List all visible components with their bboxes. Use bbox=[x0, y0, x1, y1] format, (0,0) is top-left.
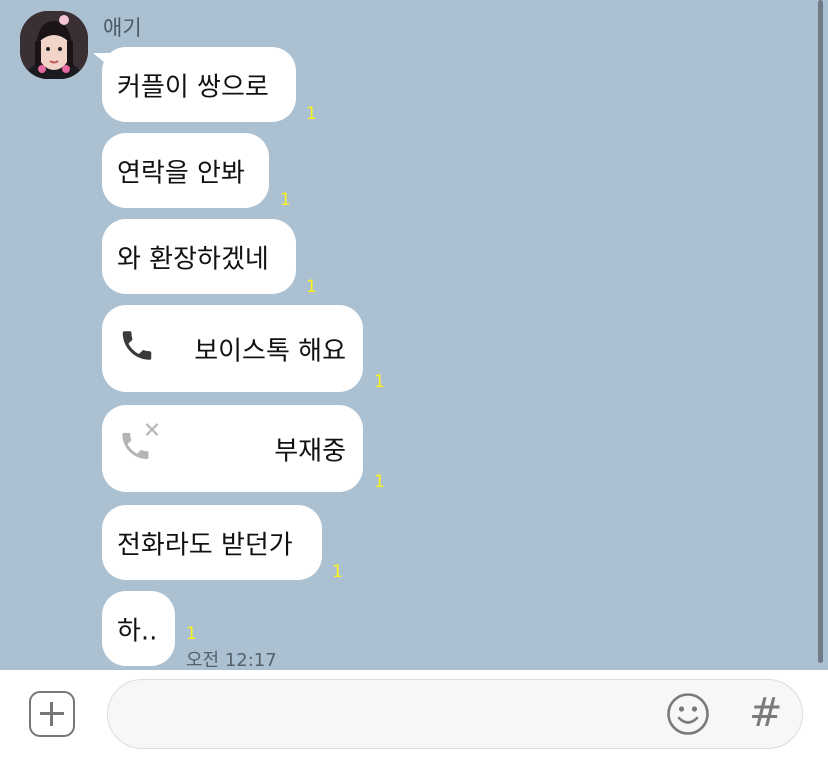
message-bubble[interactable]: 연락을 안봐 bbox=[102, 133, 269, 208]
message-bubble[interactable]: 하.. bbox=[102, 591, 175, 666]
missed-call-icon bbox=[118, 422, 164, 471]
message-bubble[interactable]: 커플이 쌍으로 bbox=[102, 47, 296, 122]
message-text: 부재중 bbox=[274, 436, 346, 466]
message-text: 커플이 쌍으로 bbox=[117, 72, 269, 102]
message-text: 보이스톡 해요 bbox=[194, 336, 346, 366]
unread-count: 1 bbox=[306, 277, 317, 297]
unread-count: 1 bbox=[186, 624, 197, 644]
scrollbar[interactable] bbox=[818, 0, 823, 663]
hashtag-button[interactable]: # bbox=[749, 690, 783, 736]
message-text: 와 환장하겠네 bbox=[117, 244, 269, 274]
chat-area[interactable]: 애기 커플이 쌍으로 1 연락을 안봐 1 와 환장하겠네 1 보이스톡 해요 … bbox=[0, 0, 828, 670]
message-timestamp: 오전 12:17 bbox=[186, 650, 277, 670]
sender-avatar[interactable] bbox=[20, 11, 88, 79]
message-bubble[interactable]: 전화라도 받던가 bbox=[102, 505, 322, 580]
phone-icon bbox=[118, 326, 156, 371]
message-text: 전화라도 받던가 bbox=[117, 530, 293, 560]
plus-square-icon[interactable] bbox=[29, 691, 75, 737]
message-text: 연락을 안봐 bbox=[117, 158, 245, 188]
message-text: 하.. bbox=[117, 616, 158, 646]
sender-name: 애기 bbox=[103, 16, 142, 40]
unread-count: 1 bbox=[332, 562, 343, 582]
voice-call-bubble[interactable]: 보이스톡 해요 bbox=[102, 305, 363, 392]
smiley-icon[interactable] bbox=[666, 692, 710, 740]
missed-call-bubble[interactable]: 부재중 bbox=[102, 405, 363, 492]
unread-count: 1 bbox=[374, 472, 385, 492]
message-bubble[interactable]: 와 환장하겠네 bbox=[102, 219, 296, 294]
unread-count: 1 bbox=[306, 104, 317, 124]
unread-count: 1 bbox=[374, 372, 385, 392]
unread-count: 1 bbox=[280, 190, 291, 210]
